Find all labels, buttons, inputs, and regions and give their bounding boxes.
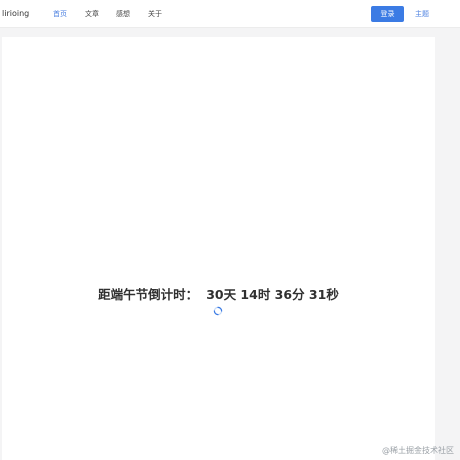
- login-button[interactable]: 登录: [371, 6, 404, 22]
- theme-toggle-link[interactable]: 主题: [415, 9, 429, 19]
- nav-home[interactable]: 首页: [53, 9, 67, 19]
- countdown-display: 距端午节倒计时： 30天 14时 36分 31秒: [2, 287, 435, 303]
- main-content-card: 距端午节倒计时： 30天 14时 36分 31秒: [2, 37, 435, 460]
- nav-thoughts[interactable]: 感想: [116, 9, 130, 19]
- nav-articles[interactable]: 文章: [85, 9, 99, 19]
- countdown-label: 距端午节倒计时：: [98, 287, 199, 302]
- watermark-text: @稀土掘金技术社区: [382, 446, 454, 455]
- nav-about[interactable]: 关于: [148, 9, 162, 19]
- loading-spinner-icon: [213, 306, 223, 316]
- countdown-value: 30天 14时 36分 31秒: [206, 287, 339, 302]
- brand-logo[interactable]: lirioing: [2, 9, 29, 19]
- top-navbar: lirioing 首页 文章 感想 关于 登录 主题: [0, 0, 460, 28]
